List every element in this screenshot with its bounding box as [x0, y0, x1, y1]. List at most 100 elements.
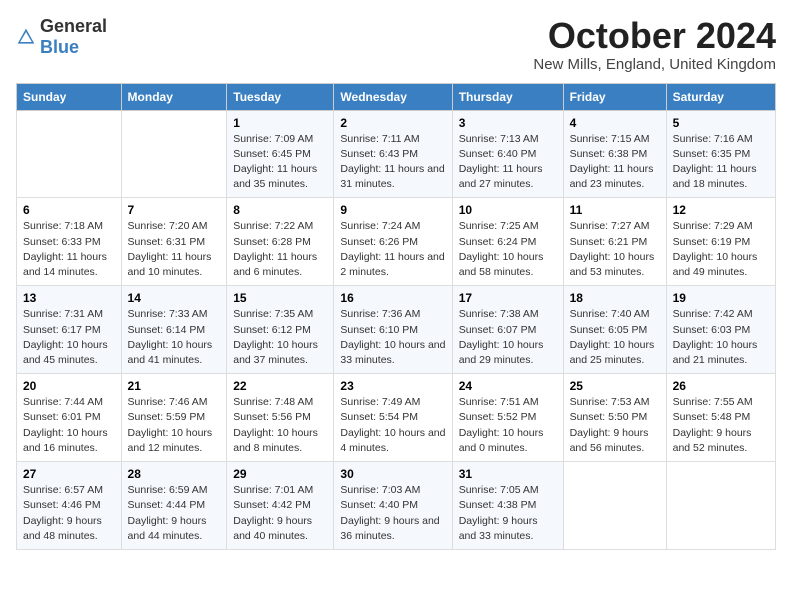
- calendar-cell: 22 Sunrise: 7:48 AM Sunset: 5:56 PM Dayli…: [227, 374, 334, 462]
- calendar-cell: 15Sunrise: 7:35 AM Sunset: 6:12 PM Dayli…: [227, 286, 334, 374]
- day-info: Sunrise: 7:46 AM Sunset: 5:59 PM Dayligh…: [128, 395, 221, 456]
- day-number: 23: [340, 379, 445, 393]
- day-info: Sunrise: 7:05 AM Sunset: 4:38 PM Dayligh…: [459, 483, 557, 544]
- day-info: Sunrise: 7:38 AM Sunset: 6:07 PM Dayligh…: [459, 307, 557, 368]
- day-number: 21: [128, 379, 221, 393]
- calendar-week-4: 20 Sunrise: 7:44 AM Sunset: 6:01 PM Dayli…: [17, 374, 776, 462]
- day-info: Sunrise: 7:13 AM Sunset: 6:40 PM Dayligh…: [459, 132, 557, 193]
- location-title: New Mills, England, United Kingdom: [533, 56, 776, 73]
- calendar-cell: 6Sunrise: 7:18 AM Sunset: 6:33 PM Daylig…: [17, 198, 122, 286]
- title-block: October 2024 New Mills, England, United …: [533, 16, 776, 73]
- day-info: Sunrise: 7:29 AM Sunset: 6:19 PM Dayligh…: [673, 219, 769, 280]
- logo-text-general: General: [40, 16, 107, 36]
- day-info: Sunrise: 7:55 AM Sunset: 5:48 PM Dayligh…: [673, 395, 769, 456]
- calendar-cell: 27 Sunrise: 6:57 AM Sunset: 4:46 PM Dayli…: [17, 462, 122, 550]
- day-number: 24: [459, 379, 557, 393]
- day-info: Sunrise: 7:35 AM Sunset: 6:12 PM Dayligh…: [233, 307, 327, 368]
- calendar-cell: 26 Sunrise: 7:55 AM Sunset: 5:48 PM Dayli…: [666, 374, 775, 462]
- day-number: 5: [673, 116, 769, 130]
- day-number: 29: [233, 467, 327, 481]
- calendar-cell: 7 Sunrise: 7:20 AM Sunset: 6:31 PM Daylig…: [121, 198, 227, 286]
- weekday-header-saturday: Saturday: [666, 83, 775, 110]
- day-number: 9: [340, 203, 445, 217]
- weekday-header-monday: Monday: [121, 83, 227, 110]
- day-info: Sunrise: 7:48 AM Sunset: 5:56 PM Dayligh…: [233, 395, 327, 456]
- calendar-cell: [563, 462, 666, 550]
- day-number: 1: [233, 116, 327, 130]
- calendar-cell: 24 Sunrise: 7:51 AM Sunset: 5:52 PM Dayli…: [452, 374, 563, 462]
- calendar-week-1: 1 Sunrise: 7:09 AM Sunset: 6:45 PM Daylig…: [17, 110, 776, 198]
- day-info: Sunrise: 7:27 AM Sunset: 6:21 PM Dayligh…: [570, 219, 660, 280]
- day-info: Sunrise: 7:49 AM Sunset: 5:54 PM Dayligh…: [340, 395, 445, 456]
- weekday-header-thursday: Thursday: [452, 83, 563, 110]
- day-number: 30: [340, 467, 445, 481]
- logo-icon: [16, 27, 36, 47]
- calendar-cell: 9 Sunrise: 7:24 AM Sunset: 6:26 PM Daylig…: [334, 198, 452, 286]
- calendar-cell: [17, 110, 122, 198]
- calendar-table: SundayMondayTuesdayWednesdayThursdayFrid…: [16, 83, 776, 550]
- calendar-cell: 5Sunrise: 7:16 AM Sunset: 6:35 PM Daylig…: [666, 110, 775, 198]
- calendar-cell: 31 Sunrise: 7:05 AM Sunset: 4:38 PM Dayli…: [452, 462, 563, 550]
- day-info: Sunrise: 7:31 AM Sunset: 6:17 PM Dayligh…: [23, 307, 115, 368]
- day-info: Sunrise: 7:20 AM Sunset: 6:31 PM Dayligh…: [128, 219, 221, 280]
- day-info: Sunrise: 7:03 AM Sunset: 4:40 PM Dayligh…: [340, 483, 445, 544]
- calendar-cell: 4 Sunrise: 7:15 AM Sunset: 6:38 PM Daylig…: [563, 110, 666, 198]
- day-number: 6: [23, 203, 115, 217]
- day-info: Sunrise: 7:44 AM Sunset: 6:01 PM Dayligh…: [23, 395, 115, 456]
- weekday-header-tuesday: Tuesday: [227, 83, 334, 110]
- day-number: 17: [459, 291, 557, 305]
- calendar-cell: 2Sunrise: 7:11 AM Sunset: 6:43 PM Daylig…: [334, 110, 452, 198]
- day-number: 7: [128, 203, 221, 217]
- day-number: 27: [23, 467, 115, 481]
- logo: General Blue: [16, 16, 107, 58]
- calendar-cell: 19Sunrise: 7:42 AM Sunset: 6:03 PM Dayli…: [666, 286, 775, 374]
- day-number: 3: [459, 116, 557, 130]
- day-info: Sunrise: 7:24 AM Sunset: 6:26 PM Dayligh…: [340, 219, 445, 280]
- day-number: 11: [570, 203, 660, 217]
- day-info: Sunrise: 7:09 AM Sunset: 6:45 PM Dayligh…: [233, 132, 327, 193]
- calendar-cell: 21 Sunrise: 7:46 AM Sunset: 5:59 PM Dayli…: [121, 374, 227, 462]
- weekday-header-friday: Friday: [563, 83, 666, 110]
- day-number: 8: [233, 203, 327, 217]
- calendar-cell: 25 Sunrise: 7:53 AM Sunset: 5:50 PM Dayli…: [563, 374, 666, 462]
- day-number: 4: [570, 116, 660, 130]
- calendar-cell: 12 Sunrise: 7:29 AM Sunset: 6:19 PM Dayli…: [666, 198, 775, 286]
- day-info: Sunrise: 7:01 AM Sunset: 4:42 PM Dayligh…: [233, 483, 327, 544]
- calendar-cell: [121, 110, 227, 198]
- day-number: 22: [233, 379, 327, 393]
- calendar-cell: [666, 462, 775, 550]
- calendar-cell: 16Sunrise: 7:36 AM Sunset: 6:10 PM Dayli…: [334, 286, 452, 374]
- day-number: 18: [570, 291, 660, 305]
- calendar-cell: 13 Sunrise: 7:31 AM Sunset: 6:17 PM Dayli…: [17, 286, 122, 374]
- page-header: General Blue October 2024 New Mills, Eng…: [16, 16, 776, 73]
- day-info: Sunrise: 7:53 AM Sunset: 5:50 PM Dayligh…: [570, 395, 660, 456]
- day-number: 20: [23, 379, 115, 393]
- day-info: Sunrise: 7:25 AM Sunset: 6:24 PM Dayligh…: [459, 219, 557, 280]
- calendar-cell: 10 Sunrise: 7:25 AM Sunset: 6:24 PM Dayli…: [452, 198, 563, 286]
- calendar-cell: 11 Sunrise: 7:27 AM Sunset: 6:21 PM Dayli…: [563, 198, 666, 286]
- calendar-cell: 29 Sunrise: 7:01 AM Sunset: 4:42 PM Dayli…: [227, 462, 334, 550]
- day-info: Sunrise: 7:51 AM Sunset: 5:52 PM Dayligh…: [459, 395, 557, 456]
- calendar-cell: 18Sunrise: 7:40 AM Sunset: 6:05 PM Dayli…: [563, 286, 666, 374]
- calendar-week-3: 13 Sunrise: 7:31 AM Sunset: 6:17 PM Dayli…: [17, 286, 776, 374]
- day-info: Sunrise: 6:59 AM Sunset: 4:44 PM Dayligh…: [128, 483, 221, 544]
- calendar-cell: 20 Sunrise: 7:44 AM Sunset: 6:01 PM Dayli…: [17, 374, 122, 462]
- day-number: 2: [340, 116, 445, 130]
- day-number: 13: [23, 291, 115, 305]
- day-number: 31: [459, 467, 557, 481]
- day-number: 26: [673, 379, 769, 393]
- weekday-header-wednesday: Wednesday: [334, 83, 452, 110]
- day-info: Sunrise: 7:42 AM Sunset: 6:03 PM Dayligh…: [673, 307, 769, 368]
- day-number: 12: [673, 203, 769, 217]
- day-number: 25: [570, 379, 660, 393]
- day-info: Sunrise: 7:33 AM Sunset: 6:14 PM Dayligh…: [128, 307, 221, 368]
- calendar-cell: 1 Sunrise: 7:09 AM Sunset: 6:45 PM Daylig…: [227, 110, 334, 198]
- day-number: 10: [459, 203, 557, 217]
- day-info: Sunrise: 7:15 AM Sunset: 6:38 PM Dayligh…: [570, 132, 660, 193]
- calendar-week-2: 6Sunrise: 7:18 AM Sunset: 6:33 PM Daylig…: [17, 198, 776, 286]
- day-number: 16: [340, 291, 445, 305]
- day-info: Sunrise: 6:57 AM Sunset: 4:46 PM Dayligh…: [23, 483, 115, 544]
- weekday-header-row: SundayMondayTuesdayWednesdayThursdayFrid…: [17, 83, 776, 110]
- day-info: Sunrise: 7:22 AM Sunset: 6:28 PM Dayligh…: [233, 219, 327, 280]
- calendar-cell: 17 Sunrise: 7:38 AM Sunset: 6:07 PM Dayli…: [452, 286, 563, 374]
